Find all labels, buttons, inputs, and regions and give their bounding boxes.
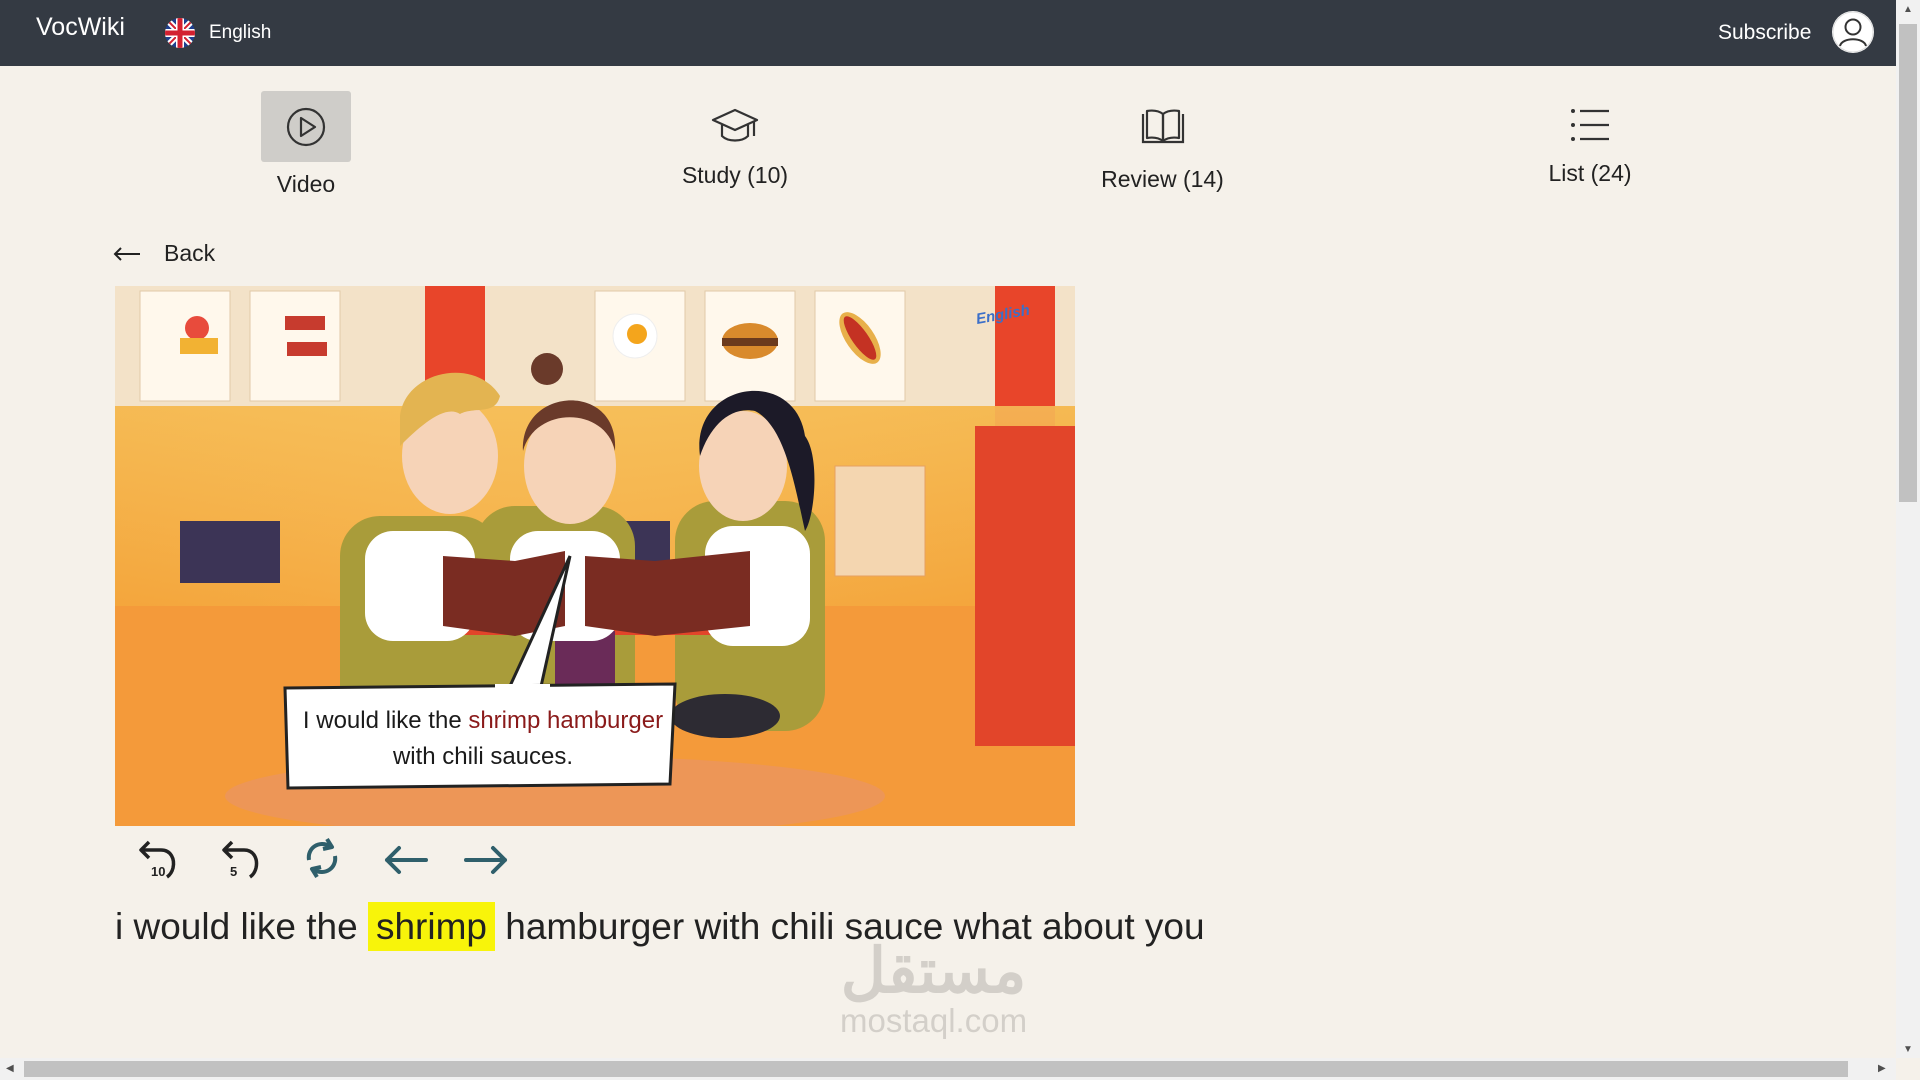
- tab-list-label: List (24): [1548, 160, 1632, 186]
- speech-text-highlight: shrimp hamburger: [468, 707, 663, 734]
- brand-logo[interactable]: VocWiki: [36, 13, 125, 42]
- horizontal-scrollbar-thumb[interactable]: [24, 1061, 1848, 1077]
- watermark-arabic: مستقل: [840, 937, 1027, 1006]
- back-label: Back: [164, 240, 216, 266]
- tab-review[interactable]: Review (14): [1090, 108, 1235, 193]
- tab-video[interactable]: Video: [261, 91, 351, 198]
- graduation-cap-icon: [711, 108, 759, 142]
- scroll-up-icon[interactable]: ▲: [1903, 4, 1913, 15]
- top-navbar: VocWiki English Subscribe: [0, 0, 1896, 66]
- previous-arrow-icon[interactable]: [382, 844, 428, 876]
- scroll-left-icon[interactable]: ◀: [6, 1063, 14, 1074]
- transcript-before[interactable]: i would like the: [115, 906, 368, 947]
- tab-review-label: Review (14): [1101, 166, 1224, 192]
- language-selector[interactable]: English: [165, 18, 271, 48]
- speech-text-line2: with chili sauces.: [392, 743, 573, 770]
- watermark-latin: mostaql.com: [840, 1002, 1028, 1039]
- rewind-5-icon[interactable]: 5: [220, 832, 264, 882]
- language-label: English: [209, 22, 272, 43]
- repeat-icon[interactable]: [301, 836, 343, 880]
- tab-video-icon-bg: [261, 91, 351, 162]
- vertical-scrollbar-thumb[interactable]: [1899, 24, 1917, 502]
- rewind-10-label: 10: [151, 864, 165, 879]
- speech-text-a: I would like the: [303, 707, 468, 734]
- back-link[interactable]: Back: [112, 240, 215, 267]
- uk-flag-icon: [165, 18, 195, 48]
- tab-list[interactable]: List (24): [1530, 106, 1650, 187]
- book-icon: [1141, 109, 1184, 144]
- transcript: i would like the shrimp hamburger with c…: [115, 902, 1205, 951]
- rewind-10-icon[interactable]: 10: [137, 832, 181, 882]
- next-arrow-icon[interactable]: [464, 844, 510, 876]
- tab-study[interactable]: Study (10): [660, 106, 810, 189]
- play-icon: [286, 107, 326, 146]
- scroll-right-icon[interactable]: ▶: [1878, 1063, 1886, 1074]
- watermark: مستقل mostaql.com: [840, 940, 1027, 1038]
- transcript-highlighted-word[interactable]: shrimp: [367, 902, 495, 951]
- subscribe-link[interactable]: Subscribe: [1718, 21, 1811, 45]
- scroll-down-icon[interactable]: ▼: [1903, 1044, 1913, 1055]
- svg-text:I would like the shrimp hambur: I would like the shrimp hamburger: [303, 707, 663, 734]
- tab-video-label: Video: [276, 171, 336, 197]
- list-icon: [1571, 109, 1609, 141]
- tab-study-label: Study (10): [681, 162, 789, 188]
- user-avatar-icon[interactable]: [1832, 11, 1874, 53]
- left-arrow-icon: [113, 246, 140, 261]
- rewind-5-label: 5: [230, 864, 237, 879]
- video-player[interactable]: I would like the shrimp hamburger with c…: [115, 286, 1075, 826]
